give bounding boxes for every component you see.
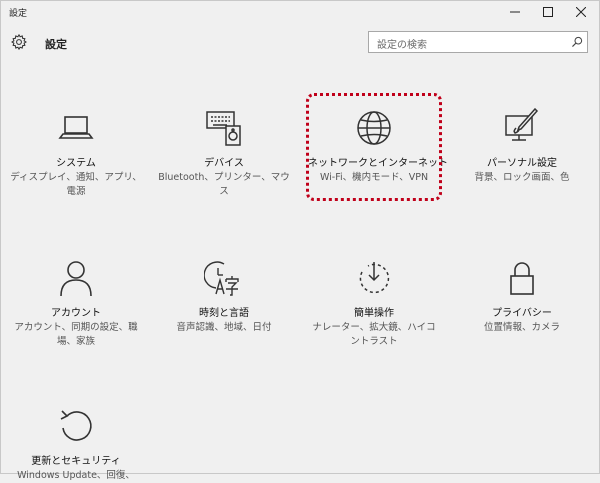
tile-personalization-desc: 背景、ロック画面、色 <box>474 172 570 183</box>
minimize-icon <box>510 11 520 13</box>
tile-time-language-label: 時刻と言語 <box>199 308 249 319</box>
maximize-button[interactable] <box>531 0 565 24</box>
tile-update-security-label: 更新とセキュリティ <box>31 456 121 467</box>
tile-system-desc: ディスプレイ、通知、アプリ、電源 <box>10 172 142 197</box>
tile-ease-of-access-label: 簡単操作 <box>354 308 394 319</box>
time-language-icon <box>204 261 239 296</box>
tile-system[interactable]: システム ディスプレイ、通知、アプリ、電源 <box>10 108 142 199</box>
minimize-button[interactable] <box>498 0 532 24</box>
update-icon <box>60 410 92 441</box>
tile-privacy-desc: 位置情報、カメラ <box>483 322 560 333</box>
page-title: 設定 <box>45 38 67 51</box>
tile-accounts-desc: アカウント、同期の設定、職場、家族 <box>14 322 138 347</box>
window-title: 設定 <box>9 9 28 19</box>
title-bar: 設定 <box>0 0 600 26</box>
tile-personalization[interactable]: パーソナル設定 背景、ロック画面、色 <box>456 108 588 185</box>
tile-update-security-desc: Windows Update、回復、 <box>17 470 135 481</box>
ease-of-access-icon <box>359 262 390 294</box>
close-icon <box>576 7 586 17</box>
maximize-icon <box>543 7 553 17</box>
search-icon[interactable] <box>570 35 584 49</box>
lock-icon <box>510 262 534 295</box>
person-icon <box>60 261 92 297</box>
tile-personalization-label: パーソナル設定 <box>487 158 557 169</box>
search-placeholder: 設定の検索 <box>377 40 427 51</box>
gear-icon <box>11 33 27 51</box>
tile-time-language[interactable]: 時刻と言語 音声認識、地域、日付 <box>158 258 290 335</box>
tile-devices-desc: Bluetooth、プリンター、マウス <box>158 172 290 197</box>
tile-devices[interactable]: デバイス Bluetooth、プリンター、マウス <box>158 108 290 199</box>
devices-icon <box>206 111 241 146</box>
tile-ease-of-access-desc: ナレーター、拡大鏡、ハイコントラスト <box>312 322 436 347</box>
header: 設定 設定の検索 <box>0 28 600 62</box>
window-border <box>0 0 600 474</box>
tile-update-security[interactable]: 更新とセキュリティ Windows Update、回復、 <box>10 406 142 483</box>
personalization-icon <box>505 108 539 141</box>
laptop-icon <box>58 116 94 139</box>
close-button[interactable] <box>564 0 598 24</box>
tile-devices-label: デバイス <box>204 158 244 169</box>
tile-accounts[interactable]: アカウント アカウント、同期の設定、職場、家族 <box>10 258 142 349</box>
highlight-frame <box>306 93 442 201</box>
search-input[interactable]: 設定の検索 <box>368 31 588 53</box>
tile-system-label: システム <box>56 158 96 169</box>
tile-ease-of-access[interactable]: 簡単操作 ナレーター、拡大鏡、ハイコントラスト <box>308 258 440 349</box>
tile-time-language-desc: 音声認識、地域、日付 <box>176 322 272 333</box>
tile-privacy[interactable]: プライバシー 位置情報、カメラ <box>456 258 588 335</box>
tile-accounts-label: アカウント <box>51 308 101 319</box>
tile-privacy-label: プライバシー <box>492 308 552 319</box>
